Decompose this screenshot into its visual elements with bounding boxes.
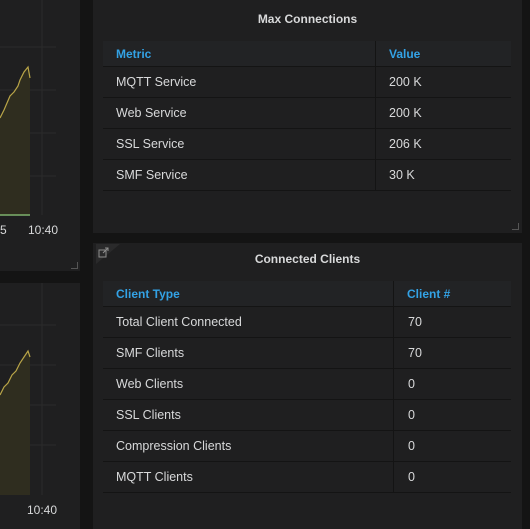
table-row: MQTT Clients 0 xyxy=(103,462,511,493)
x-tick-label: 5 xyxy=(0,223,7,237)
graph-bottom-plot xyxy=(0,283,56,495)
client-type-cell: SMF Clients xyxy=(116,346,185,360)
table-row: Total Client Connected 70 xyxy=(103,307,511,338)
value-cell: 200 K xyxy=(389,106,422,120)
x-tick-label: 10:40 xyxy=(27,503,58,517)
client-count-cell: 70 xyxy=(408,315,422,329)
column-header-client-type[interactable]: Client Type xyxy=(116,287,180,301)
metric-cell: Web Service xyxy=(116,106,187,120)
client-type-cell: Total Client Connected xyxy=(116,315,242,329)
client-count-cell: 0 xyxy=(408,408,415,422)
metric-cell: SSL Service xyxy=(116,137,185,151)
max-connections-table: Metric Value MQTT Service 200 K Web Serv… xyxy=(103,41,511,191)
client-type-cell: SSL Clients xyxy=(116,408,181,422)
connected-clients-table: Client Type Client # Total Client Connec… xyxy=(103,281,511,493)
table-row: Web Service 200 K xyxy=(103,98,511,129)
client-count-cell: 70 xyxy=(408,346,422,360)
client-count-cell: 0 xyxy=(408,377,415,391)
panel-title[interactable]: Connected Clients xyxy=(93,252,522,266)
external-link-icon[interactable] xyxy=(96,244,120,264)
client-type-cell: MQTT Clients xyxy=(116,470,193,484)
table-row: SMF Service 30 K xyxy=(103,160,511,191)
graph-panel-bottom[interactable]: 10:40 xyxy=(0,283,80,529)
column-header-value[interactable]: Value xyxy=(389,47,420,61)
table-header: Client Type Client # xyxy=(103,281,511,307)
table-header: Metric Value xyxy=(103,41,511,67)
value-cell: 30 K xyxy=(389,168,415,182)
table-row: SSL Service 206 K xyxy=(103,129,511,160)
column-header-client-count[interactable]: Client # xyxy=(407,287,450,301)
value-cell: 200 K xyxy=(389,75,422,89)
table-row: MQTT Service 200 K xyxy=(103,67,511,98)
resize-handle-icon[interactable] xyxy=(512,223,519,230)
table-row: SMF Clients 70 xyxy=(103,338,511,369)
x-tick-label: 10:40 xyxy=(28,223,59,237)
client-count-cell: 0 xyxy=(408,439,415,453)
client-type-cell: Compression Clients xyxy=(116,439,232,453)
panel-title[interactable]: Max Connections xyxy=(93,12,522,26)
value-cell: 206 K xyxy=(389,137,422,151)
table-row: Web Clients 0 xyxy=(103,369,511,400)
metric-cell: MQTT Service xyxy=(116,75,197,89)
table-row: Compression Clients 0 xyxy=(103,431,511,462)
client-count-cell: 0 xyxy=(408,470,415,484)
resize-handle-icon[interactable] xyxy=(71,262,78,269)
column-header-metric[interactable]: Metric xyxy=(116,47,151,61)
metric-cell: SMF Service xyxy=(116,168,188,182)
table-row: SSL Clients 0 xyxy=(103,400,511,431)
client-type-cell: Web Clients xyxy=(116,377,184,391)
graph-panel-top[interactable]: 5 10:40 xyxy=(0,0,80,271)
